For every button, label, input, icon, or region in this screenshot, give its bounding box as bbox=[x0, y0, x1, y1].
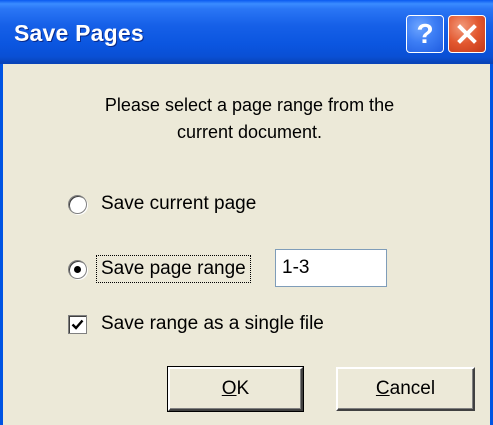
close-button[interactable] bbox=[448, 15, 486, 53]
save-pages-dialog: Save Pages ? Please select a page range … bbox=[0, 0, 493, 425]
message-line-2: current document. bbox=[176, 122, 323, 142]
save-current-page-option[interactable]: Save current page bbox=[68, 193, 256, 215]
checkmark-icon bbox=[71, 319, 84, 330]
single-file-checkbox[interactable] bbox=[68, 314, 87, 334]
help-icon: ? bbox=[416, 18, 434, 49]
title-bar[interactable]: Save Pages ? bbox=[0, 0, 493, 64]
dialog-title: Save Pages bbox=[14, 20, 144, 46]
save-page-range-option[interactable]: Save page range bbox=[68, 255, 251, 283]
ok-mnemonic: O bbox=[221, 378, 237, 399]
close-icon bbox=[457, 24, 477, 44]
single-file-label[interactable]: Save range as a single file bbox=[101, 313, 324, 335]
help-button[interactable]: ? bbox=[406, 15, 444, 53]
page-range-input[interactable] bbox=[275, 249, 387, 287]
cancel-button[interactable]: Cancel bbox=[336, 367, 475, 411]
ok-button[interactable]: OK bbox=[167, 366, 304, 412]
instruction-message: Please select a page range from the curr… bbox=[3, 92, 493, 146]
save-current-page-label[interactable]: Save current page bbox=[101, 193, 256, 215]
save-page-range-label[interactable]: Save page range bbox=[96, 255, 251, 283]
message-line-1: Please select a page range from the bbox=[104, 95, 395, 115]
single-file-option[interactable]: Save range as a single file bbox=[68, 313, 324, 335]
cancel-mnemonic: C bbox=[375, 378, 390, 399]
save-page-range-radio[interactable] bbox=[68, 259, 87, 279]
cancel-label-rest: ancel bbox=[389, 378, 436, 399]
ok-label-rest: K bbox=[236, 378, 250, 399]
save-current-page-radio[interactable] bbox=[68, 194, 87, 214]
